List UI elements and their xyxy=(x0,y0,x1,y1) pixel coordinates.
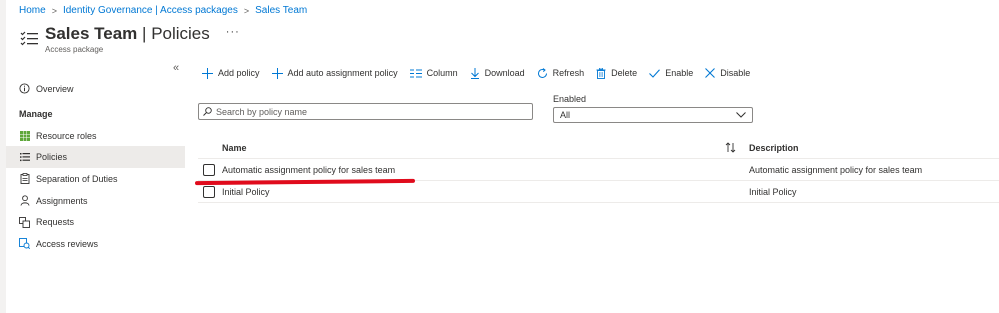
column-header-description[interactable]: Description xyxy=(749,143,799,153)
refresh-button[interactable]: Refresh xyxy=(537,67,585,79)
table-header: Name Description xyxy=(198,138,999,159)
row-checkbox[interactable] xyxy=(203,185,215,198)
title-main: Sales Team xyxy=(45,24,138,43)
breadcrumb-access-packages[interactable]: Identity Governance | Access packages xyxy=(63,5,238,16)
download-icon xyxy=(470,67,479,79)
row-checkbox[interactable] xyxy=(203,163,215,176)
sidebar-item-resource-roles[interactable]: Resource roles xyxy=(6,125,185,147)
search-box[interactable] xyxy=(198,103,533,120)
grid-icon xyxy=(19,130,30,141)
sidebar-item-label: Separation of Duties xyxy=(36,173,118,184)
info-icon xyxy=(19,83,30,94)
download-button[interactable]: Download xyxy=(470,67,525,79)
sidebar-item-assignments[interactable]: Assignments xyxy=(6,190,185,212)
policy-name[interactable]: Automatic assignment policy for sales te… xyxy=(222,165,395,175)
sidebar-item-requests[interactable]: Requests xyxy=(6,211,185,233)
policies-table: Name Description Automatic assignment po… xyxy=(198,138,999,203)
plus-icon xyxy=(271,67,283,79)
breadcrumb-sales-team[interactable]: Sales Team xyxy=(255,5,307,16)
add-auto-assignment-policy-button[interactable]: Add auto assignment policy xyxy=(271,67,398,79)
chevron-down-icon xyxy=(736,112,746,118)
enable-label: Enable xyxy=(665,68,694,78)
sidebar-item-label: Assignments xyxy=(36,195,88,206)
breadcrumb-home[interactable]: Home xyxy=(19,5,46,16)
enabled-filter-label: Enabled xyxy=(553,94,587,104)
column-header-name[interactable]: Name xyxy=(222,143,247,153)
sidebar-item-policies[interactable]: Policies xyxy=(6,146,185,169)
sidebar-item-label: Overview xyxy=(36,83,74,94)
plus-icon xyxy=(202,67,213,79)
disable-button[interactable]: Disable xyxy=(705,68,750,78)
download-label: Download xyxy=(484,68,525,78)
delete-label: Delete xyxy=(611,68,638,78)
checkmark-icon xyxy=(649,68,661,78)
column-label: Column xyxy=(426,68,458,78)
add-policy-button[interactable]: Add policy xyxy=(202,67,260,79)
add-policy-label: Add policy xyxy=(218,68,260,78)
chevron-right-icon: > xyxy=(51,5,57,16)
trash-icon xyxy=(596,67,606,79)
refresh-label: Refresh xyxy=(552,68,585,78)
sort-icon[interactable] xyxy=(725,142,736,153)
chevron-right-icon: > xyxy=(243,5,250,16)
enabled-filter-value: All xyxy=(560,110,571,120)
requests-icon xyxy=(19,216,30,228)
column-button[interactable]: Column xyxy=(409,68,458,78)
disable-label: Disable xyxy=(720,68,751,78)
add-auto-label: Add auto assignment policy xyxy=(287,68,398,78)
list-icon xyxy=(19,152,30,163)
clipboard-icon xyxy=(19,173,30,185)
page-title: Sales Team | Policies xyxy=(45,24,210,44)
person-icon xyxy=(19,195,30,206)
more-options-button[interactable]: ··· xyxy=(226,26,240,38)
enable-button[interactable]: Enable xyxy=(649,68,693,78)
sidebar-item-label: Access reviews xyxy=(36,238,99,249)
search-icon xyxy=(203,107,212,116)
title-separator: | xyxy=(142,24,147,43)
table-row[interactable]: Initial Policy Initial Policy xyxy=(198,181,999,203)
sidebar-item-label: Requests xyxy=(36,217,75,228)
columns-icon xyxy=(409,69,422,77)
review-icon xyxy=(19,238,30,250)
search-input[interactable] xyxy=(216,106,516,117)
page-subtitle: Access package xyxy=(45,45,104,54)
enabled-filter-dropdown[interactable]: All xyxy=(553,107,753,123)
sidebar-item-overview[interactable]: Overview xyxy=(6,78,185,100)
table-row[interactable]: Automatic assignment policy for sales te… xyxy=(198,159,999,181)
close-icon xyxy=(705,68,716,78)
sidebar: Overview Manage Resource roles Policies … xyxy=(6,78,185,255)
sidebar-item-access-reviews[interactable]: Access reviews xyxy=(6,233,185,255)
delete-button[interactable]: Delete xyxy=(596,67,638,79)
policy-name[interactable]: Initial Policy xyxy=(222,187,270,197)
checklist-icon xyxy=(20,31,38,46)
collapse-sidebar-button[interactable]: « xyxy=(173,62,179,74)
sidebar-item-separation-of-duties[interactable]: Separation of Duties xyxy=(6,168,185,190)
title-section: Policies xyxy=(151,24,210,43)
page-header: Sales Team | Policies Access package ··· xyxy=(19,24,240,54)
command-bar: Add policy Add auto assignment policy Co… xyxy=(202,65,762,81)
breadcrumb: Home > Identity Governance | Access pack… xyxy=(19,5,307,16)
sidebar-heading-manage: Manage xyxy=(19,109,53,120)
refresh-icon xyxy=(537,67,547,78)
sidebar-item-label: Policies xyxy=(36,152,68,163)
sidebar-item-label: Resource roles xyxy=(36,130,97,141)
policy-description: Automatic assignment policy for sales te… xyxy=(749,164,923,175)
policy-description: Initial Policy xyxy=(749,186,797,197)
